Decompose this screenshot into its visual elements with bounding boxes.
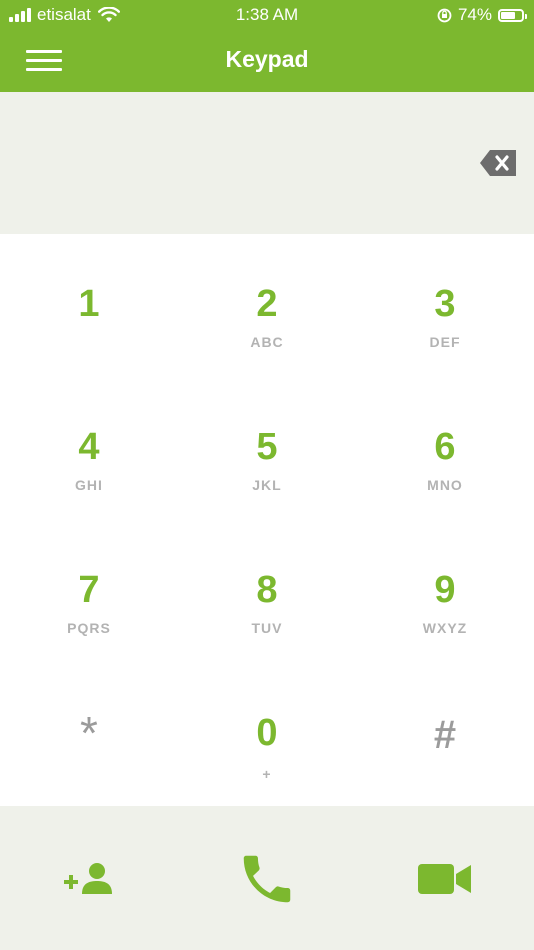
video-camera-icon[interactable]	[417, 862, 473, 896]
key-digit: 4	[78, 426, 100, 468]
battery-percent: 74%	[457, 5, 492, 24]
key-digit: 1	[78, 283, 100, 325]
key-digit: 0	[256, 712, 278, 754]
key-7[interactable]: 7 PQRS	[0, 520, 178, 663]
backspace-icon[interactable]	[478, 148, 518, 178]
key-digit: 2	[256, 283, 278, 325]
key-letters: MNO	[427, 477, 463, 493]
key-digit: 5	[256, 426, 278, 468]
key-2[interactable]: 2 ABC	[178, 234, 356, 377]
key-0[interactable]: 0 +	[178, 663, 356, 806]
key-4[interactable]: 4 GHI	[0, 377, 178, 520]
key-6[interactable]: 6 MNO	[356, 377, 534, 520]
key-digit: 8	[256, 569, 278, 611]
key-letters: JKL	[252, 477, 282, 493]
key-digit: 3	[434, 283, 456, 325]
key-5[interactable]: 5 JKL	[178, 377, 356, 520]
key-letters: WXYZ	[422, 620, 468, 636]
key-letters: +	[262, 766, 272, 782]
key-letters: DEF	[429, 334, 461, 350]
add-contact-icon[interactable]	[63, 862, 115, 896]
star-icon: *	[80, 707, 98, 759]
key-digit: 9	[434, 569, 456, 611]
page-title: Keypad	[225, 46, 309, 72]
key-letters: PQRS	[67, 620, 111, 636]
key-3[interactable]: 3 DEF	[356, 234, 534, 377]
key-1[interactable]: 1	[0, 234, 178, 377]
battery-icon	[498, 8, 527, 22]
status-bar: etisalat 1:38 AM 74%	[0, 0, 534, 30]
key-9[interactable]: 9 WXYZ	[356, 520, 534, 663]
key-8[interactable]: 8 TUV	[178, 520, 356, 663]
key-star[interactable]: *	[0, 663, 178, 806]
key-letters: ABC	[250, 334, 284, 350]
status-right: 74%	[437, 5, 527, 25]
navigation-bar: Keypad	[0, 30, 534, 92]
orientation-lock-icon	[437, 8, 452, 22]
action-bar	[0, 806, 534, 950]
keypad: 1 2 ABC 3 DEF 4 GHI 5 JKL 6 MNO 7 PQRS 8…	[0, 234, 534, 806]
key-hash[interactable]: #	[356, 663, 534, 806]
key-letters: TUV	[251, 620, 283, 636]
hash-symbol: #	[433, 713, 457, 757]
key-digit: 6	[434, 426, 456, 468]
key-digit: 7	[78, 569, 100, 611]
phone-icon[interactable]	[236, 848, 298, 910]
key-letters: GHI	[75, 477, 103, 493]
number-display	[0, 92, 534, 234]
